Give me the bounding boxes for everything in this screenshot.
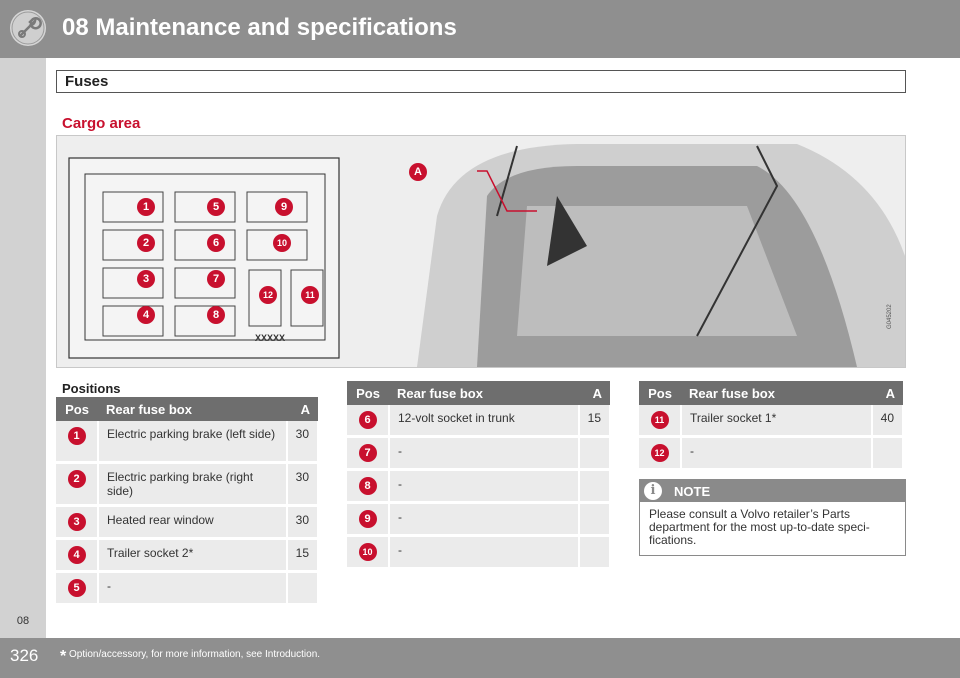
pos-badge: 12 <box>650 444 669 462</box>
chapter-number: 08 <box>16 615 30 627</box>
table-row: 5- <box>56 571 320 606</box>
positions-heading: Positions <box>62 381 121 396</box>
section-box: Fuses <box>56 70 906 93</box>
info-icon: i <box>644 482 662 500</box>
fuse-amp <box>578 436 612 471</box>
wrench-icon <box>10 10 46 46</box>
location-callout-a: A <box>409 163 427 181</box>
figure-illustration <box>68 144 905 367</box>
fuse-name: - <box>681 436 873 471</box>
fuse-name: - <box>389 469 580 504</box>
col-pos-header: Pos <box>56 397 98 421</box>
fuse-amp: 15 <box>578 405 612 438</box>
col-pos-header: Pos <box>347 381 389 405</box>
fuse-callout-11: 11 <box>301 286 319 304</box>
fuse-amp <box>578 469 612 504</box>
note-title: NOTE <box>674 484 711 499</box>
footnote: * Option/accessory, for more information… <box>60 648 320 666</box>
fuse-name: Electric parking brake (right side) <box>98 462 288 507</box>
fuse-name: Electric parking brake (left side) <box>98 421 288 464</box>
table-header-row: Pos Rear fuse box A <box>347 381 610 405</box>
fuse-callout-3: 3 <box>137 270 155 288</box>
col-amp-header: A <box>286 397 318 421</box>
fuse-amp: 40 <box>871 405 905 438</box>
fuse-amp <box>286 571 320 606</box>
table-row: 1 Electric parking brake (left side) 30 <box>56 421 320 464</box>
pos-badge: 4 <box>67 546 86 564</box>
fuse-table-3: Pos Rear fuse box A 11 Trailer socket 1* 4… <box>639 381 905 471</box>
table-row: 7- <box>347 436 612 471</box>
pos-badge: 2 <box>67 470 86 488</box>
pos-badge: 9 <box>358 510 377 528</box>
note-text: Please consult a Volvo retailer’s Parts … <box>649 507 870 547</box>
pos-badge: 1 <box>67 427 86 445</box>
table-header-row: Pos Rear fuse box A <box>639 381 903 405</box>
fuse-callout-6: 6 <box>207 234 225 252</box>
figure-id: G045202 <box>887 304 893 329</box>
footnote-asterisk: * <box>60 648 67 665</box>
fuse-callout-1: 1 <box>137 198 155 216</box>
fuse-callout-4: 4 <box>137 306 155 324</box>
chapter-title: 08 Maintenance and specifications <box>62 14 457 41</box>
page-footer: 326 * Option/accessory, for more informa… <box>0 638 960 678</box>
fuse-callout-8: 8 <box>207 306 225 324</box>
fuse-callout-9: 9 <box>275 198 293 216</box>
col-name-header: Rear fuse box <box>389 381 579 405</box>
fuse-callout-5: 5 <box>207 198 225 216</box>
col-name-header: Rear fuse box <box>681 381 872 405</box>
page-number: 326 <box>10 646 39 665</box>
col-name-header: Rear fuse box <box>98 397 287 421</box>
fuse-callout-12: 12 <box>259 286 277 304</box>
fuse-box-label: XXXXX <box>255 333 286 343</box>
fuse-amp: 30 <box>286 462 320 507</box>
pos-badge: 3 <box>67 513 86 531</box>
table-row: 9- <box>347 502 612 537</box>
pos-badge: 7 <box>358 444 377 462</box>
chapter-header: 08 Maintenance and specifications <box>0 0 960 58</box>
col-pos-header: Pos <box>639 381 681 405</box>
fuse-name: Heated rear window <box>98 505 288 540</box>
fuse-name: Trailer socket 1* <box>681 405 873 438</box>
table-row: 8- <box>347 469 612 504</box>
fuse-callout-10: 10 <box>273 234 291 252</box>
chapter-sidebar: 08 <box>0 58 46 638</box>
fuse-name: - <box>389 535 580 570</box>
pos-badge: 6 <box>358 411 377 429</box>
pos-badge: 5 <box>67 579 86 597</box>
table-row: 4 Trailer socket 2* 15 <box>56 538 320 573</box>
fuse-amp: 30 <box>286 505 320 540</box>
table-header-row: Pos Rear fuse box A <box>56 397 318 421</box>
fuse-location-figure: 1 5 9 2 6 10 3 7 12 11 4 8 XXXXX A <box>56 135 906 368</box>
fuse-callout-7: 7 <box>207 270 225 288</box>
fuse-callout-2: 2 <box>137 234 155 252</box>
note-header: i NOTE <box>640 480 905 502</box>
fuse-name: - <box>98 571 288 606</box>
fuse-amp <box>871 436 905 471</box>
pos-badge: 10 <box>358 543 377 561</box>
section-title: Fuses <box>65 73 109 90</box>
fuse-table-2: Pos Rear fuse box A 6 12-volt socket in t… <box>347 381 612 570</box>
pos-badge: 8 <box>358 477 377 495</box>
fuse-name: Trailer socket 2* <box>98 538 288 573</box>
col-amp-header: A <box>578 381 610 405</box>
table-row: 3 Heated rear window 30 <box>56 505 320 540</box>
fuse-table-1: Pos Rear fuse box A 1 Electric parking br… <box>56 397 320 606</box>
table-row: 11 Trailer socket 1* 40 <box>639 405 905 438</box>
footnote-text: Option/accessory, for more information, … <box>69 649 321 660</box>
fuse-amp: 30 <box>286 421 320 464</box>
fuse-name: 12-volt socket in trunk <box>389 405 580 438</box>
col-amp-header: A <box>871 381 903 405</box>
fuse-name: - <box>389 436 580 471</box>
subsection-title: Cargo area <box>62 115 141 132</box>
fuse-amp: 15 <box>286 538 320 573</box>
fuse-amp <box>578 502 612 537</box>
table-row: 12- <box>639 436 905 471</box>
fuse-amp <box>578 535 612 570</box>
fuse-name: - <box>389 502 580 537</box>
note-box: i NOTE Please consult a Volvo retailer’s… <box>639 479 906 556</box>
table-row: 6 12-volt socket in trunk 15 <box>347 405 612 438</box>
pos-badge: 11 <box>650 411 669 429</box>
table-row: 10- <box>347 535 612 570</box>
table-row: 2 Electric parking brake (right side) 30 <box>56 462 320 507</box>
